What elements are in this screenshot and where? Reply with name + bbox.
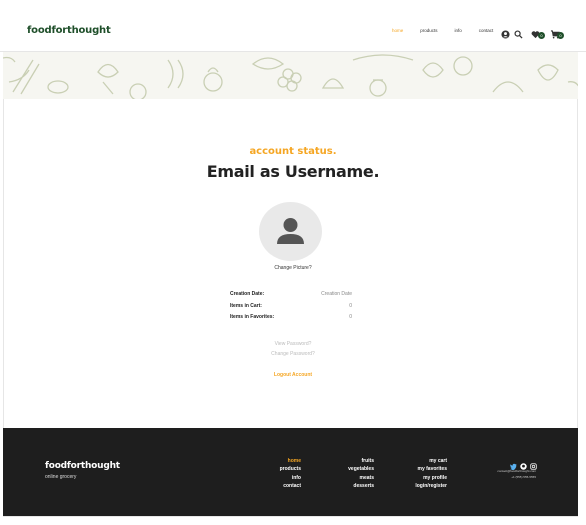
produce-pattern (3, 54, 578, 99)
nav-contact[interactable]: contact (479, 28, 494, 33)
footer-nav-links: home products info contact (280, 457, 301, 490)
footer-link-meats[interactable]: meats (348, 474, 374, 482)
footer-contact: contact@foodforthought.com +1 (555) 555-… (497, 468, 536, 480)
info-value: Creation Date (321, 291, 352, 297)
footer-link-vegetables[interactable]: vegetables (348, 465, 374, 473)
footer-link-login-register[interactable]: login/register (415, 482, 447, 490)
user-icon[interactable] (501, 26, 511, 39)
instagram-icon[interactable] (530, 457, 537, 470)
username-title: Email as Username. (206, 162, 380, 181)
brand-logo[interactable]: foodforthought (27, 25, 111, 36)
page-bottom-border (3, 516, 578, 517)
change-password-link[interactable]: Change Password? (0, 351, 586, 357)
info-value: 0 (349, 303, 352, 309)
footer-link-products[interactable]: products (280, 465, 301, 473)
info-label: Creation Date: (230, 291, 265, 297)
social-links (510, 457, 537, 471)
view-password-link[interactable]: View Password? (0, 341, 586, 347)
change-picture-link[interactable]: Change Picture? (0, 265, 586, 271)
avatar[interactable] (259, 202, 322, 261)
produce-pattern-banner (3, 52, 578, 99)
site-footer: foodforthought online grocery home produ… (3, 428, 578, 516)
heart-icon[interactable]: 0 (531, 26, 545, 39)
footer-link-fruits[interactable]: fruits (348, 457, 375, 465)
header-icons: 0 0 (501, 26, 564, 39)
info-label: Items in Favorites: (230, 314, 275, 320)
account-status-heading: account status. (249, 146, 337, 157)
cart-count-badge: 0 (557, 32, 564, 39)
footer-tagline: online grocery (45, 474, 77, 480)
site-header: foodforthought home products info contac… (0, 0, 586, 52)
search-icon[interactable] (514, 26, 524, 39)
logout-button[interactable]: Logout Account (0, 372, 586, 378)
nav-info[interactable]: info (455, 28, 462, 33)
main-nav: home products info contact (392, 28, 510, 33)
footer-link-my-cart[interactable]: my cart (415, 457, 447, 465)
user-silhouette-icon (277, 218, 304, 244)
footer-account-links: my cart my favorites my profile login/re… (415, 457, 447, 490)
cart-icon[interactable]: 0 (550, 26, 564, 39)
footer-category-links: fruits vegetables meats desserts (348, 457, 374, 490)
github-icon[interactable] (520, 457, 527, 470)
nav-products[interactable]: products (420, 28, 437, 33)
info-label: Items in Cart: (230, 303, 262, 309)
footer-link-home[interactable]: home (280, 457, 301, 465)
wishlist-count-badge: 0 (538, 32, 545, 39)
footer-link-my-profile[interactable]: my profile (415, 474, 447, 482)
twitter-icon[interactable] (510, 457, 517, 471)
nav-home[interactable]: home (392, 28, 403, 33)
footer-link-my-favorites[interactable]: my favorites (415, 465, 447, 473)
footer-link-contact[interactable]: contact (280, 482, 301, 490)
footer-phone[interactable]: +1 (555) 555-5555 (497, 474, 536, 480)
footer-link-desserts[interactable]: desserts (348, 482, 374, 490)
footer-brand[interactable]: foodforthought (45, 461, 120, 471)
info-value: 0 (349, 314, 352, 320)
footer-link-info[interactable]: info (280, 474, 301, 482)
